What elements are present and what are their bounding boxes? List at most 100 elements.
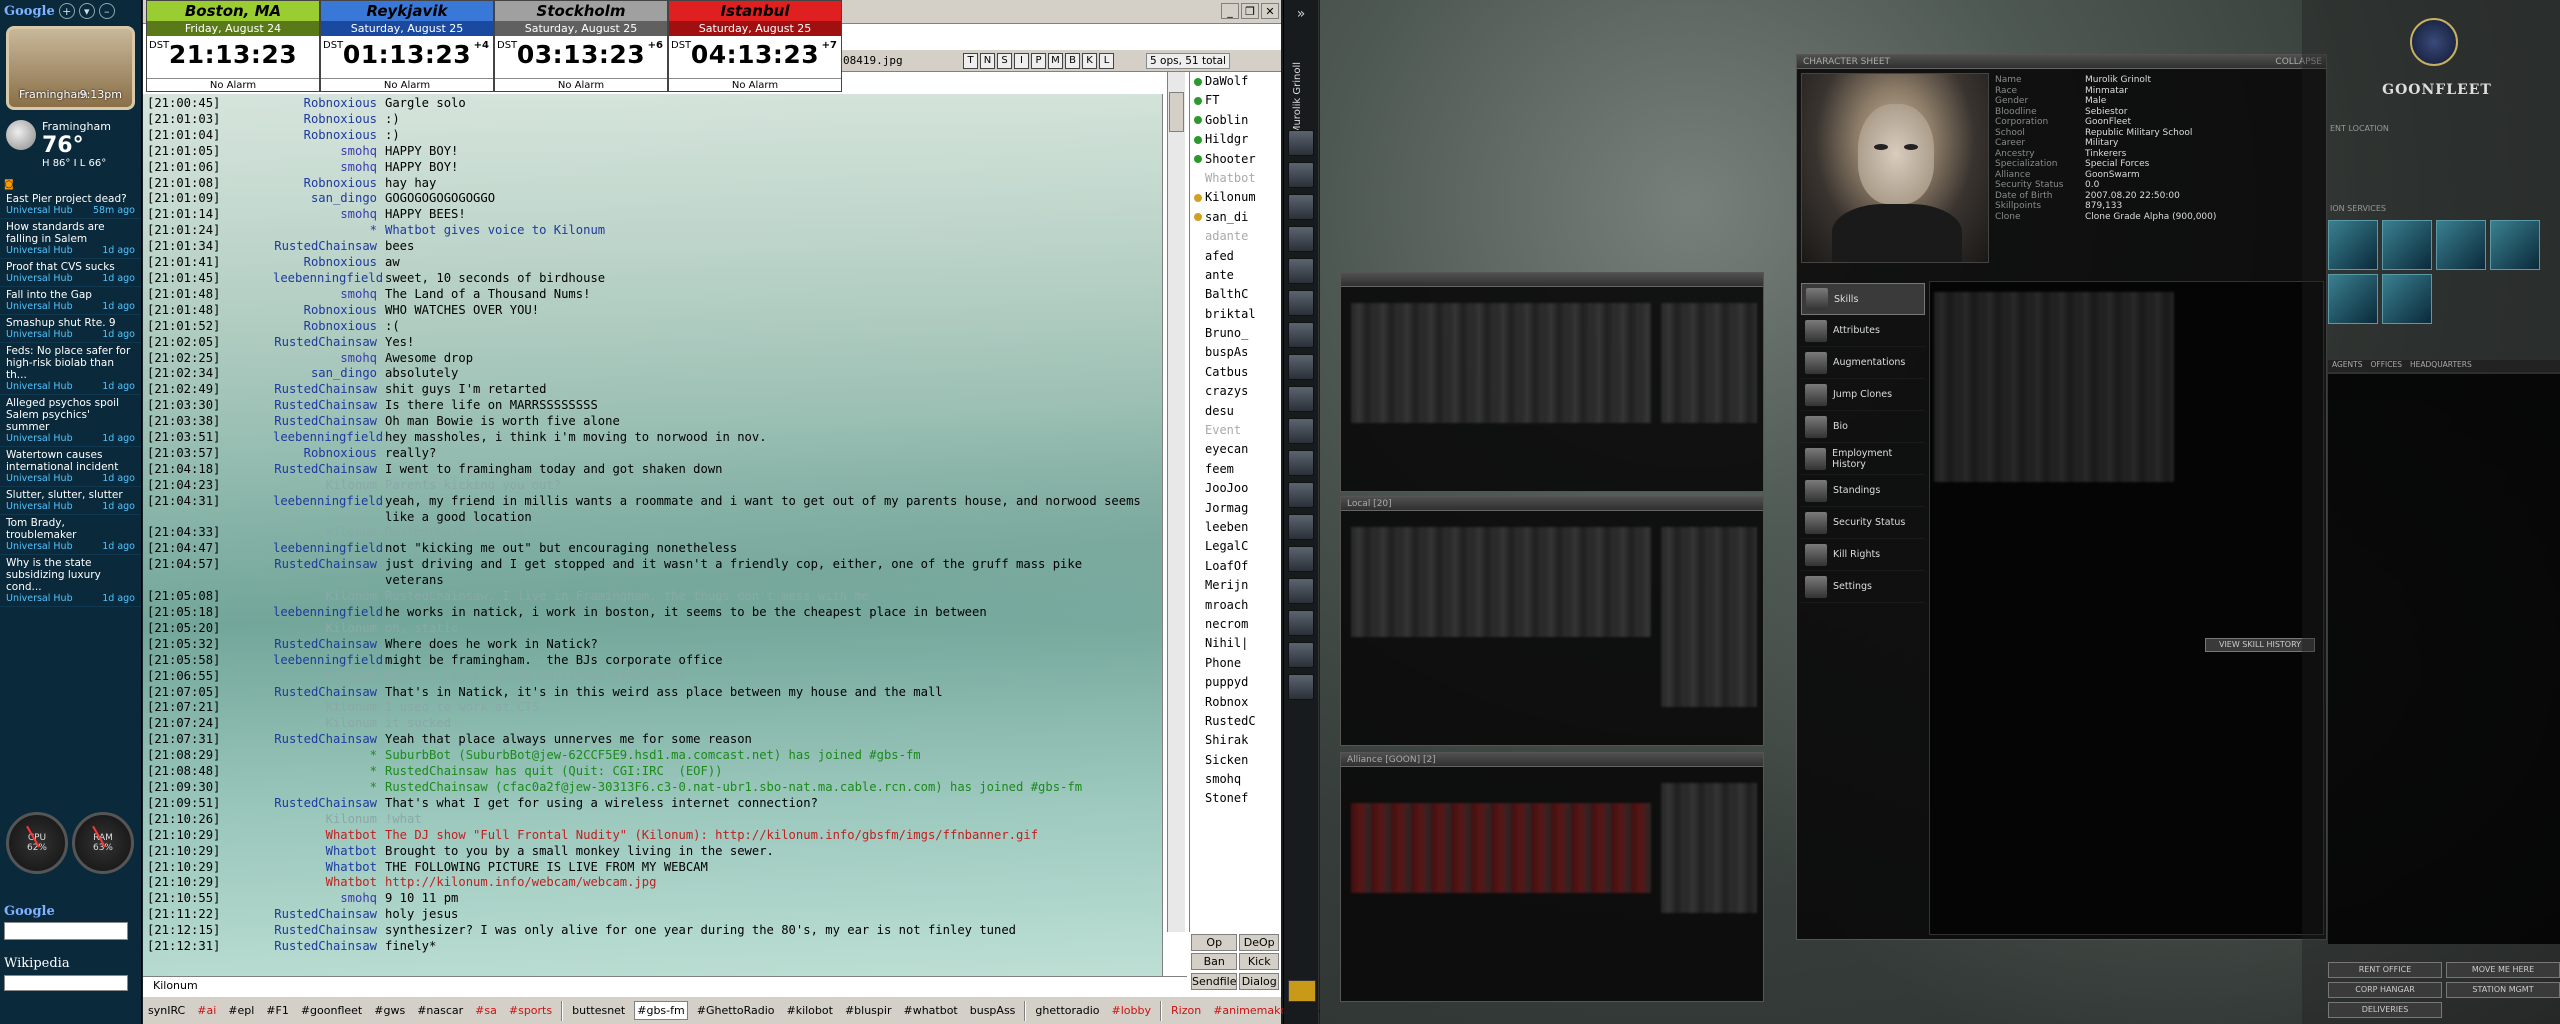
- message-nick[interactable]: smohq: [273, 160, 385, 176]
- nick-list-item[interactable]: Nihil|: [1190, 634, 1281, 653]
- channel-tab[interactable]: #whatbot: [900, 1001, 960, 1020]
- service-icon-5[interactable]: [2328, 274, 2378, 324]
- nick-list-item[interactable]: buspAs: [1190, 343, 1281, 362]
- message-nick[interactable]: RustedChainsaw: [273, 557, 385, 589]
- neocom-icon[interactable]: [1288, 642, 1314, 668]
- deop-button[interactable]: DeOp: [1239, 934, 1279, 951]
- clock-2[interactable]: Stockholm Saturday, August 25 DST +6 03:13:2…: [494, 0, 668, 92]
- station-button[interactable]: RENT OFFICE: [2328, 962, 2442, 978]
- message-nick[interactable]: RustedChainsaw: [273, 685, 385, 701]
- char-menu-settings[interactable]: Settings: [1801, 571, 1925, 603]
- news-item[interactable]: How standards are falling in Salem Univer…: [0, 219, 141, 259]
- message-nick[interactable]: Kilonum: [273, 589, 385, 605]
- channel-mode-button[interactable]: S: [997, 52, 1012, 69]
- message-nick[interactable]: Robnoxious: [273, 319, 385, 335]
- channel-tab[interactable]: #bluspir: [842, 1001, 895, 1020]
- channel-tab[interactable]: #sports: [506, 1001, 555, 1020]
- channel-mode-button[interactable]: K: [1082, 52, 1097, 69]
- message-nick[interactable]: Robnoxious: [273, 96, 385, 112]
- message-nick[interactable]: san_dingo: [273, 191, 385, 207]
- message-nick[interactable]: Kilonum: [273, 525, 385, 541]
- news-item[interactable]: Tom Brady, troublemaker Universal Hub 1d a…: [0, 515, 141, 555]
- nick-list-item[interactable]: Sicken: [1190, 751, 1281, 770]
- chat-log[interactable]: [21:00:45] Robnoxious Gargle solo [21:01:03…: [143, 94, 1162, 957]
- sendfile-button[interactable]: Sendfile: [1191, 972, 1238, 990]
- message-nick[interactable]: leebenningfield: [273, 605, 385, 621]
- nick-list-item[interactable]: desu: [1190, 402, 1281, 421]
- news-item[interactable]: Feds: No place safer for high-risk biola…: [0, 343, 141, 395]
- neocom-icon[interactable]: [1288, 610, 1314, 636]
- ban-button[interactable]: Ban: [1191, 953, 1238, 971]
- nick-list-item[interactable]: Phone: [1190, 654, 1281, 673]
- nick-list-item[interactable]: Goblin: [1190, 111, 1281, 130]
- message-nick[interactable]: Robnoxious: [273, 128, 385, 144]
- add-gadget-button[interactable]: +: [58, 3, 75, 19]
- clock-1[interactable]: Reykjavik Saturday, August 25 DST +4 01:13:2…: [320, 0, 494, 92]
- channel-mode-button[interactable]: N: [980, 52, 995, 69]
- message-nick[interactable]: leebenningfield: [273, 271, 385, 287]
- local-chat-panel[interactable]: Local [20]: [1340, 496, 1764, 746]
- message-nick[interactable]: RustedChainsaw: [273, 398, 385, 414]
- channel-mode-button[interactable]: P: [1031, 52, 1046, 69]
- service-icon-6[interactable]: [2382, 274, 2432, 324]
- news-item[interactable]: Alleged psychos spoil Salem psychics' su…: [0, 395, 141, 447]
- neocom-icon[interactable]: [1288, 258, 1314, 284]
- restore-button[interactable]: ❐: [1241, 3, 1259, 19]
- nick-list-item[interactable]: mroach: [1190, 596, 1281, 615]
- nick-list-item[interactable]: Shooter: [1190, 150, 1281, 169]
- channel-tab[interactable]: #F1: [263, 1001, 292, 1020]
- message-nick[interactable]: RustedChainsaw: [273, 637, 385, 653]
- message-nick[interactable]: leebenningfield: [273, 653, 385, 669]
- char-menu-attributes[interactable]: Attributes: [1801, 315, 1925, 347]
- clock-0[interactable]: Boston, MA Friday, August 24 DST 21:13:23 No…: [146, 0, 320, 92]
- neocom-icon[interactable]: [1288, 290, 1314, 316]
- message-nick[interactable]: leebenningfield: [273, 494, 385, 526]
- message-nick[interactable]: RustedChainsaw: [273, 732, 385, 748]
- nick-list-item[interactable]: necrom: [1190, 615, 1281, 634]
- nick-list-item[interactable]: feem: [1190, 460, 1281, 479]
- close-button[interactable]: ✕: [1261, 3, 1279, 19]
- service-icon-1[interactable]: [2328, 220, 2378, 270]
- nick-list-item[interactable]: Shirak: [1190, 731, 1281, 750]
- message-input[interactable]: Kilonum: [143, 976, 1187, 996]
- message-nick[interactable]: RustedChainsaw: [273, 939, 385, 955]
- clock-3[interactable]: Istanbul Saturday, August 25 DST +7 04:13:23…: [668, 0, 842, 92]
- char-menu-standings[interactable]: Standings: [1801, 475, 1925, 507]
- nick-list-item[interactable]: leeben: [1190, 518, 1281, 537]
- nick-list-item[interactable]: Kilonum: [1190, 188, 1281, 207]
- neocom-icon[interactable]: [1288, 354, 1314, 380]
- station-button[interactable]: CORP HANGAR: [2328, 982, 2442, 998]
- neocom-icon[interactable]: [1288, 226, 1314, 252]
- news-item[interactable]: Watertown causes international incident U…: [0, 447, 141, 487]
- station-tab[interactable]: AGENTS: [2332, 360, 2363, 372]
- nick-list-item[interactable]: Whatbot: [1190, 169, 1281, 188]
- news-item[interactable]: Slutter, slutter, slutter Universal Hub 1d…: [0, 487, 141, 515]
- message-nick[interactable]: *: [273, 780, 385, 796]
- eve-game-view[interactable]: Local [20] Alliance [GOON] [2] CHARACTER…: [1320, 0, 2560, 1024]
- nick-list-item[interactable]: san_di: [1190, 208, 1281, 227]
- chat-scrollbar[interactable]: [1167, 72, 1185, 932]
- char-menu-augmentations[interactable]: Augmentations: [1801, 347, 1925, 379]
- station-button[interactable]: STATION MGMT: [2446, 982, 2560, 998]
- message-nick[interactable]: Whatbot: [273, 828, 385, 844]
- message-nick[interactable]: RustedChainsaw: [273, 414, 385, 430]
- channel-mode-button[interactable]: B: [1065, 52, 1080, 69]
- message-nick[interactable]: RustedChainsaw: [273, 382, 385, 398]
- google-search-input[interactable]: [4, 922, 128, 940]
- kick-button[interactable]: Kick: [1239, 953, 1279, 971]
- message-nick[interactable]: Kilonum: [273, 478, 385, 494]
- neocom-icon[interactable]: [1288, 450, 1314, 476]
- nick-list-item[interactable]: afed: [1190, 247, 1281, 266]
- nick-list-item[interactable]: FT: [1190, 91, 1281, 110]
- minimize-button[interactable]: _: [1221, 3, 1239, 19]
- nick-list-item[interactable]: DaWolf: [1190, 72, 1281, 91]
- message-nick[interactable]: Whatbot: [273, 860, 385, 876]
- char-menu-security-status[interactable]: Security Status: [1801, 507, 1925, 539]
- nick-list-item[interactable]: adante: [1190, 227, 1281, 246]
- message-nick[interactable]: smohq: [273, 144, 385, 160]
- neocom-icon[interactable]: [1288, 322, 1314, 348]
- channel-tab[interactable]: #kilobot: [783, 1001, 835, 1020]
- message-nick[interactable]: smohq: [273, 207, 385, 223]
- nick-list-item[interactable]: Jormag: [1190, 499, 1281, 518]
- news-item[interactable]: Why is the state subsidizing luxury cond…: [0, 555, 141, 607]
